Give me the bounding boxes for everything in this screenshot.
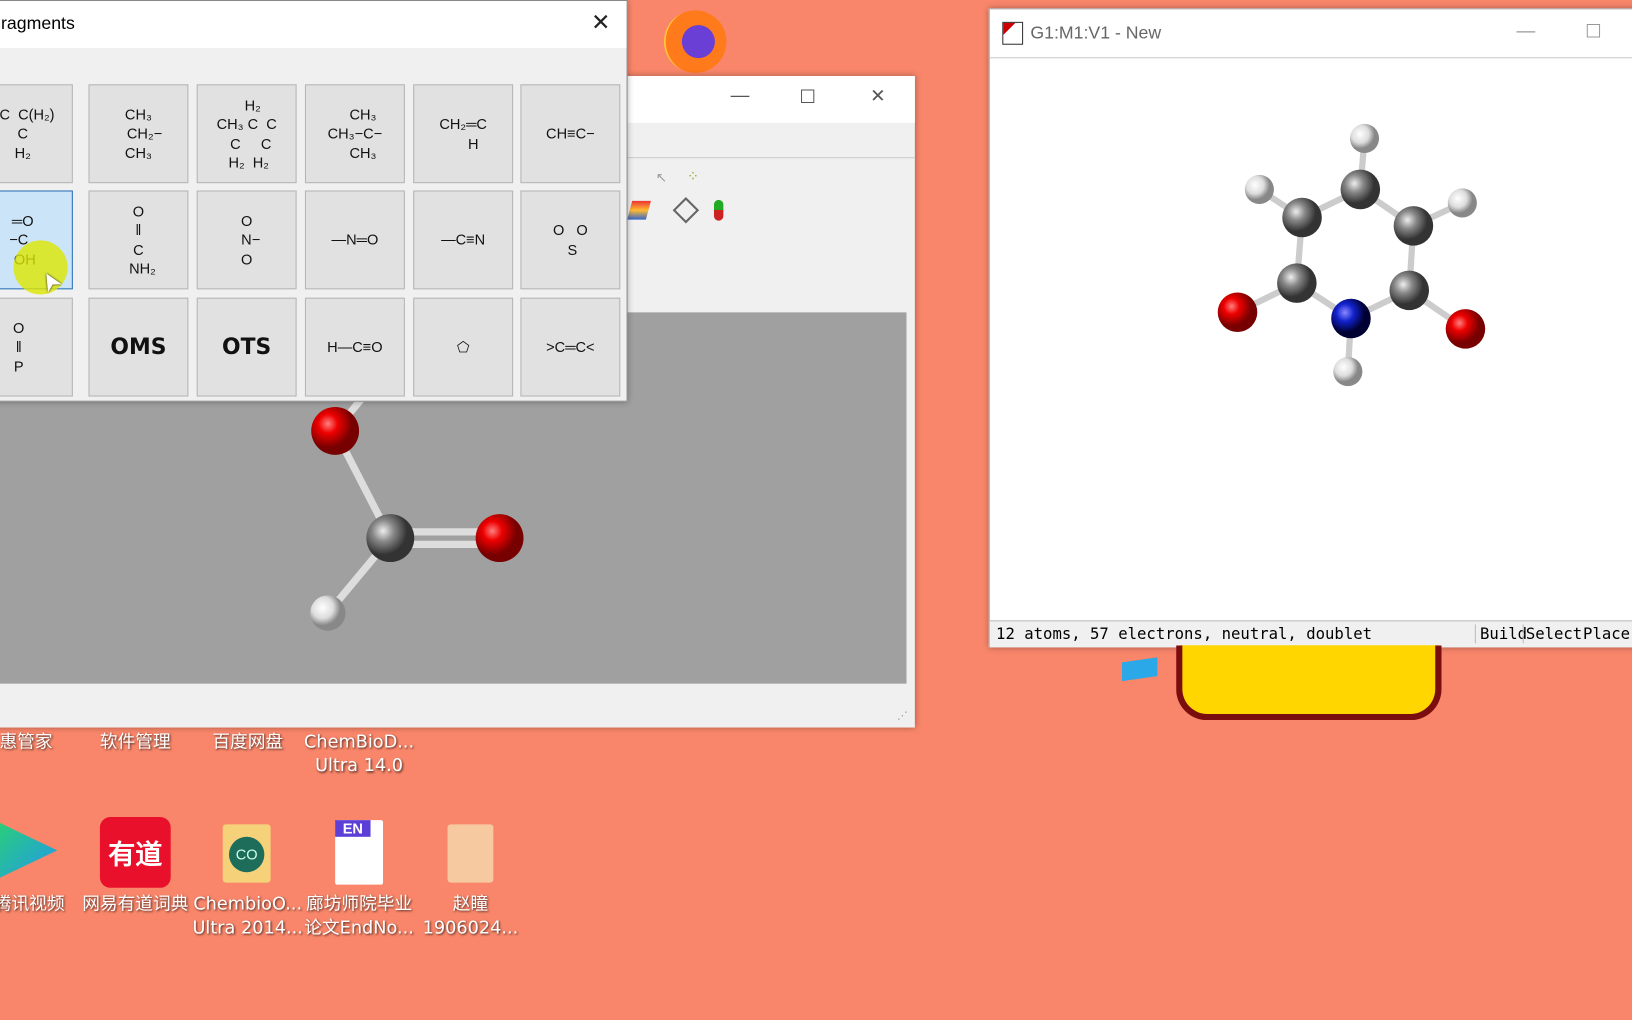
chembio-folder-icon[interactable]: CO <box>222 824 271 883</box>
fragments-dialog: ragments ✕ H₃C C(H₂) C H₂CH₃ CH₂− CH₃ H₂… <box>0 0 628 402</box>
fragment-cell[interactable]: H₂ CH₃ C C C C H₂ H₂ <box>196 84 297 184</box>
hydrogen-atom[interactable] <box>1447 188 1477 218</box>
carbon-atom[interactable] <box>1277 263 1317 303</box>
close-icon[interactable]: ✕ <box>870 85 886 107</box>
mode-select[interactable]: Select <box>1522 624 1582 644</box>
fragment-cell[interactable]: CH₂═C H <box>413 84 514 184</box>
wallpaper-flag <box>1121 657 1158 682</box>
desktop-icon-label[interactable]: ChembioO... Ultra 2014... <box>190 893 304 941</box>
window-title: G1:M1:V1 - New <box>1030 22 1162 43</box>
carbon-atom[interactable] <box>366 514 415 563</box>
select-tool-icon[interactable]: ↖ <box>656 170 671 186</box>
diamond-icon[interactable] <box>672 196 700 224</box>
layers-icon[interactable] <box>627 200 651 220</box>
oxygen-atom[interactable] <box>1445 309 1486 349</box>
fragment-cell[interactable]: CH₃ CH₂− CH₃ <box>88 84 189 184</box>
endnote-icon[interactable]: EN <box>335 820 384 885</box>
youdao-dictionary-icon[interactable]: 有道 <box>99 817 171 888</box>
atom-pin-icon[interactable] <box>713 199 724 221</box>
status-bar: 12 atoms, 57 electrons, neutral, doublet… <box>989 620 1632 648</box>
oxygen-atom[interactable] <box>311 406 360 455</box>
fragment-cell[interactable]: ⬠ <box>413 297 514 397</box>
desktop-icon-label[interactable]: ChemBioD... Ultra 14.0 <box>302 731 416 779</box>
carbon-atom[interactable] <box>1393 206 1434 246</box>
fragment-cell[interactable]: —N═O <box>304 190 405 290</box>
carbon-atom[interactable] <box>1340 169 1381 210</box>
fragment-cell[interactable]: H—C≡O <box>304 297 405 397</box>
tencent-video-icon[interactable] <box>0 818 58 883</box>
hydrogen-atom[interactable] <box>310 595 346 631</box>
resize-grip-icon[interactable]: ⋰ <box>897 711 907 722</box>
fragment-cell[interactable]: OTS <box>196 297 297 397</box>
desktop-icon-label[interactable]: 赵瞳 1906024... <box>413 893 527 941</box>
dialog-title-bar: ragments ✕ <box>0 1 627 48</box>
fragment-cell[interactable]: CH₃ CH₃−C− CH₃ <box>304 84 405 184</box>
carbon-atom[interactable] <box>1282 197 1322 238</box>
mode-build[interactable]: Build <box>1474 624 1527 644</box>
title-bar: G1:M1:V1 - New — ☐ <box>989 9 1632 59</box>
desktop-icon-label[interactable]: 软件管理 <box>78 731 192 755</box>
carbon-atom[interactable] <box>1389 270 1430 311</box>
mode-place[interactable]: Place <box>1583 624 1630 643</box>
oxygen-atom[interactable] <box>475 514 524 563</box>
fragment-cell[interactable]: O N− O <box>196 190 297 290</box>
hydrogen-atom[interactable] <box>1333 356 1363 387</box>
desktop-icon-label[interactable]: 网易有道词典 <box>78 893 192 917</box>
fragment-cell[interactable]: CH≡C− <box>520 84 621 184</box>
oxygen-atom[interactable] <box>1217 292 1258 333</box>
maximize-icon[interactable]: ☐ <box>799 86 816 108</box>
wallpaper-mascot <box>1176 645 1442 721</box>
maximize-icon[interactable]: ☐ <box>1585 21 1602 43</box>
nitrogen-atom[interactable] <box>1331 298 1371 339</box>
hydrogen-atom[interactable] <box>1349 123 1380 153</box>
fragment-cell[interactable]: >C═C< <box>520 297 621 397</box>
fragment-cell[interactable]: O O S <box>520 190 621 290</box>
status-text: 12 atoms, 57 electrons, neutral, doublet <box>996 624 1373 644</box>
fragment-cell[interactable]: OMS <box>88 297 189 397</box>
view-window: G1:M1:V1 - New — ☐ 12 atoms, 57 electron… <box>988 8 1632 648</box>
desktop-icon-label[interactable]: 百度网盘 <box>190 731 304 755</box>
fragment-cell[interactable]: —C≡N <box>413 190 514 290</box>
close-icon[interactable]: ✕ <box>591 9 610 36</box>
dialog-title: ragments <box>1 13 75 34</box>
hydrogen-atom[interactable] <box>1244 174 1274 204</box>
atoms-icon[interactable]: ⁘ <box>687 168 699 186</box>
endnote-badge: EN <box>335 820 371 837</box>
desktop-icon-label[interactable]: 惠管家 <box>0 731 83 755</box>
fragment-cell[interactable]: O ‖ P <box>0 297 73 397</box>
gaussview-app-icon <box>1002 21 1024 45</box>
fragment-cell[interactable]: O ‖ C NH₂ <box>88 190 189 290</box>
desktop-icon-label[interactable]: 廊坊师院毕业 论文EndNo... <box>302 893 416 941</box>
folder-icon[interactable] <box>447 824 494 883</box>
fragment-cell[interactable]: H₃C C(H₂) C H₂ <box>0 84 73 184</box>
firefox-icon[interactable] <box>664 10 727 73</box>
chembio-logo: CO <box>228 836 265 873</box>
molecule-canvas[interactable] <box>990 58 1632 620</box>
minimize-icon[interactable]: — <box>1516 20 1535 42</box>
desktop-icon-label[interactable]: 腾讯视频 <box>0 893 86 917</box>
minimize-icon[interactable]: — <box>731 84 750 106</box>
